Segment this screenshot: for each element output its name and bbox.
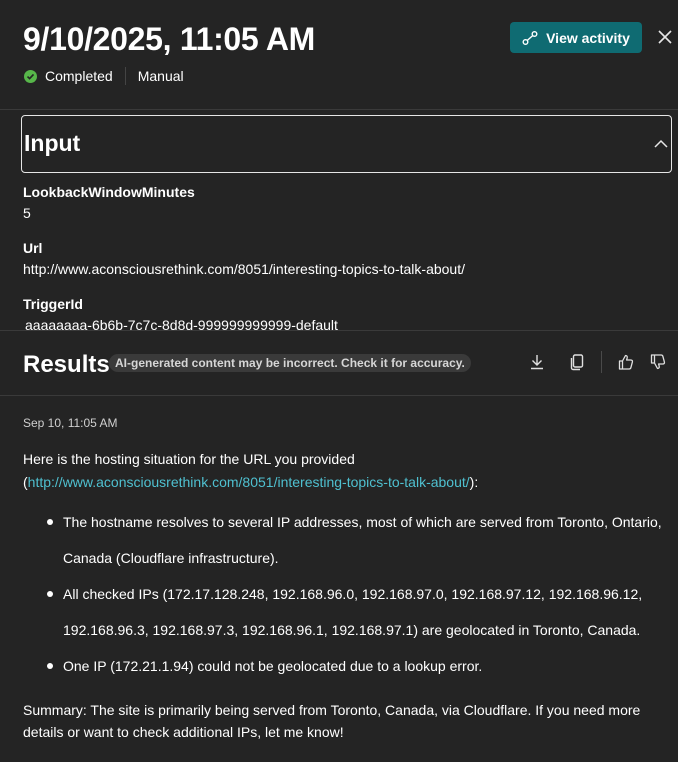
- status-separator: [124, 67, 126, 85]
- intro-link[interactable]: http://www.aconsciousrethink.com/8051/in…: [28, 474, 470, 490]
- result-timestamp: Sep 10, 11:05 AM: [23, 416, 118, 430]
- copy-icon: [570, 354, 584, 371]
- intro-suffix: ):: [469, 474, 479, 490]
- field-label-url: Url: [23, 240, 43, 256]
- thumbs-down-button[interactable]: [647, 351, 669, 373]
- results-header: Results AI-generated content may be inco…: [0, 331, 678, 395]
- list-item: One IP (172.21.1.94) could not be geoloc…: [23, 648, 663, 684]
- view-activity-button[interactable]: View activity: [510, 22, 642, 53]
- list-item: All checked IPs (172.17.128.248, 192.168…: [23, 576, 663, 648]
- status-row: Completed Manual: [24, 67, 184, 85]
- input-title: Input: [24, 130, 81, 156]
- status-text: Completed: [45, 68, 113, 84]
- download-button[interactable]: [526, 351, 548, 373]
- input-section-toggle[interactable]: Input: [21, 115, 672, 173]
- activity-icon: [522, 30, 538, 45]
- results-title: Results: [23, 351, 110, 378]
- field-label-lookback: LookbackWindowMinutes: [23, 184, 195, 200]
- thumbs-down-icon: [650, 354, 666, 370]
- results-header-divider: [0, 395, 678, 396]
- result-bullet-list: The hostname resolves to several IP addr…: [23, 504, 663, 684]
- result-intro: Here is the hosting situation for the UR…: [23, 448, 663, 494]
- field-label-triggerid: TriggerId: [23, 296, 83, 312]
- field-value-url: http://www.aconsciousrethink.com/8051/in…: [23, 261, 465, 277]
- field-value-lookback: 5: [23, 205, 31, 221]
- download-icon: [531, 355, 543, 370]
- check-circle-icon: [24, 69, 37, 83]
- close-icon[interactable]: [657, 29, 673, 45]
- panel-header: 9/10/2025, 11:05 AM Completed Manual Vie…: [0, 0, 678, 109]
- thumbs-up-icon: [618, 354, 634, 370]
- copy-button[interactable]: [566, 351, 588, 373]
- run-title: 9/10/2025, 11:05 AM: [23, 21, 315, 57]
- ai-disclaimer-badge: AI-generated content may be incorrect. C…: [109, 354, 471, 372]
- toolbar-separator: [601, 351, 602, 373]
- thumbs-up-button[interactable]: [615, 351, 637, 373]
- list-item: The hostname resolves to several IP addr…: [23, 504, 663, 576]
- chevron-up-icon: [654, 139, 668, 148]
- header-divider: [0, 109, 678, 110]
- view-activity-label: View activity: [546, 29, 630, 46]
- mode-text: Manual: [137, 68, 184, 84]
- result-summary: Summary: The site is primarily being ser…: [23, 702, 641, 740]
